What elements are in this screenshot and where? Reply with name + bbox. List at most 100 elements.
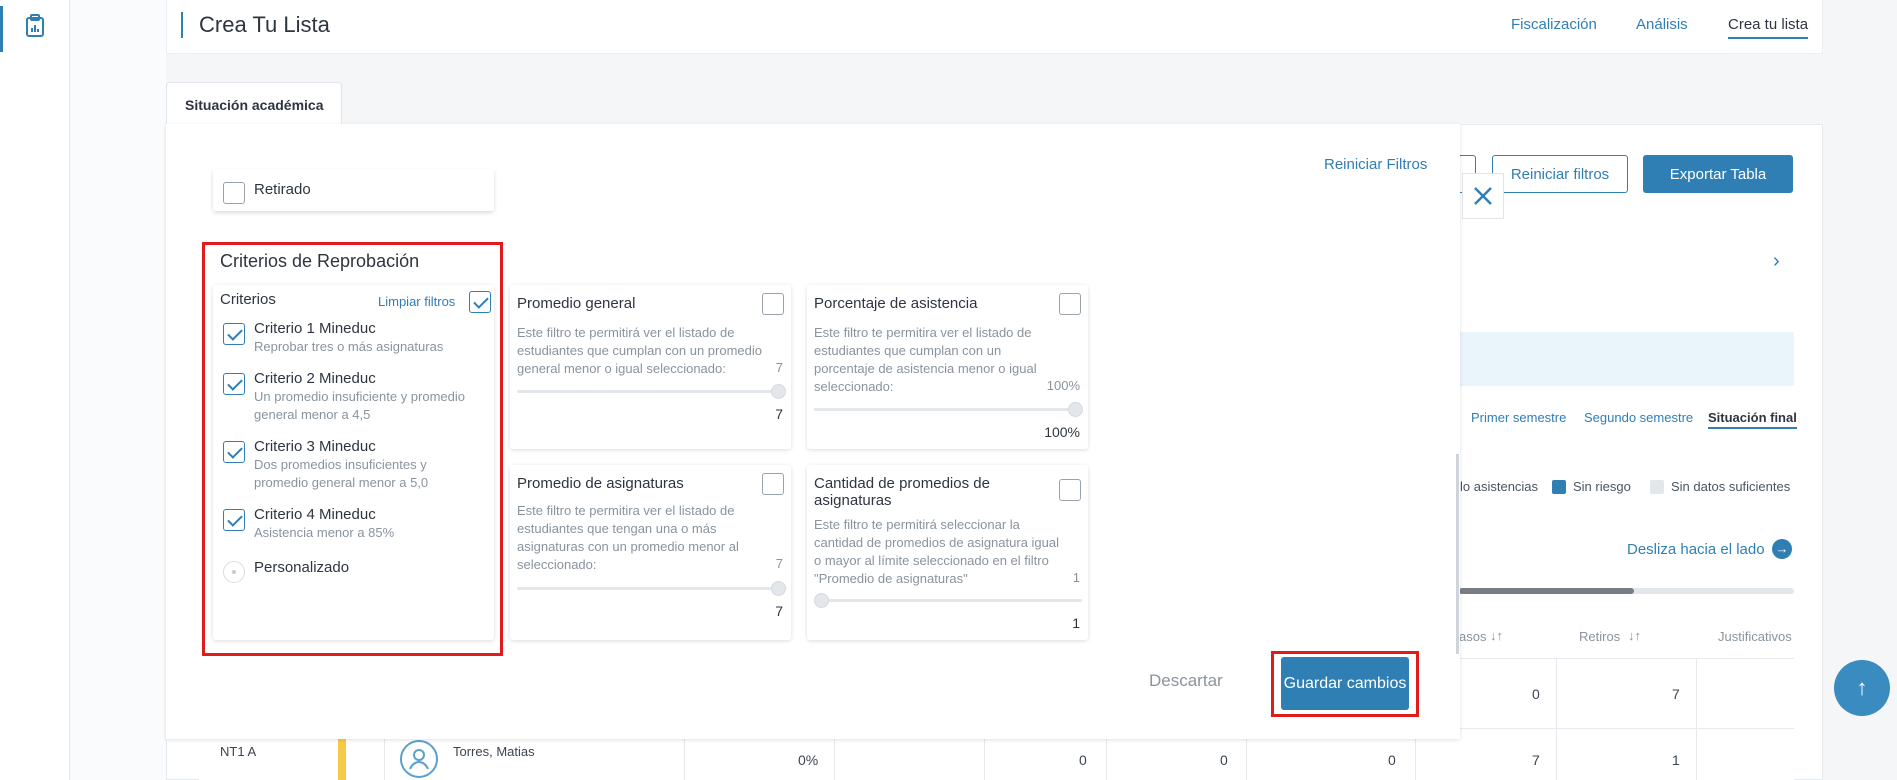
filter-title: Promedio de asignaturas xyxy=(517,475,684,492)
filter-desc: Este filtro te permitirá seleccionar la xyxy=(814,517,1020,532)
highlight-box-save xyxy=(1271,651,1419,717)
table-cell: 0% xyxy=(798,752,819,768)
reset-filters-button[interactable]: Reiniciar filtros xyxy=(1492,155,1628,193)
slider-value: 100% xyxy=(1044,424,1080,440)
clipboard-chart-icon[interactable] xyxy=(24,14,46,38)
table-cell: 0 xyxy=(1079,752,1087,768)
filters-modal: Reiniciar Filtros Retirado Criterios de … xyxy=(166,124,1460,739)
close-icon xyxy=(1474,187,1492,205)
filter-title: asignaturas xyxy=(814,492,892,509)
table-cell: 7 xyxy=(1672,686,1680,702)
title-accent xyxy=(181,12,183,38)
discard-button[interactable]: Descartar xyxy=(1149,671,1223,691)
filter-desc: estudiantes que tengan una o más xyxy=(517,521,717,536)
slider-max: 100% xyxy=(1046,378,1080,393)
slider-value: 7 xyxy=(775,406,783,422)
column-header-retiros[interactable]: Retiros xyxy=(1579,629,1620,644)
promedio-asignaturas-slider[interactable] xyxy=(517,581,786,596)
slider-handle[interactable] xyxy=(1068,402,1083,417)
column-header-atrasos[interactable]: asos xyxy=(1459,629,1486,644)
slider-value: 7 xyxy=(775,603,783,619)
filter-desc: o mayor al límite seleccionado en el fil… xyxy=(814,553,1049,568)
filter-desc: cantidad de promedios de asignatura igua… xyxy=(814,535,1060,550)
cantidad-promedios-slider[interactable] xyxy=(814,593,1082,608)
retirado-option-card: Retirado xyxy=(213,169,494,211)
horizontal-scrollbar[interactable] xyxy=(1459,588,1794,594)
filter-desc: Este filtro te permitira ver el listado … xyxy=(517,503,735,518)
filter-card-promedio-asignaturas: Promedio de asignaturas Este filtro te p… xyxy=(510,465,791,640)
chevron-right-icon[interactable]: › xyxy=(1773,250,1780,273)
page-gutter xyxy=(71,0,166,780)
filter-desc: estudiantes que cumplan con un xyxy=(814,343,1002,358)
cantidad-promedios-checkbox[interactable] xyxy=(1059,479,1081,501)
highlight-box-criteria xyxy=(202,242,503,656)
filter-desc: estudiantes que cumplan con un promedio xyxy=(517,343,762,358)
legend-swatch-gray xyxy=(1650,480,1664,494)
avatar[interactable] xyxy=(400,740,438,778)
retirado-checkbox[interactable] xyxy=(223,182,245,204)
close-modal-button[interactable] xyxy=(1462,173,1504,219)
filter-title: Porcentaje de asistencia xyxy=(814,295,978,312)
tab-segundo-semestre[interactable]: Segundo semestre xyxy=(1584,410,1693,425)
tab-situacion-final[interactable]: Situación final xyxy=(1708,410,1797,429)
sort-icon[interactable]: ↓↑ xyxy=(1490,628,1503,643)
table-cell-course: NT1 A xyxy=(220,744,257,759)
left-sidebar xyxy=(0,0,70,780)
nav-fiscalizacion[interactable]: Fiscalización xyxy=(1511,16,1597,33)
filter-title: Promedio general xyxy=(517,295,636,312)
legend-asistencias: lo asistencias xyxy=(1460,479,1539,494)
slider-max: 1 xyxy=(1072,570,1080,585)
scroll-to-top-button[interactable]: ↑ xyxy=(1834,660,1890,716)
table-cell: 7 xyxy=(1532,752,1540,768)
nav-crea-tu-lista[interactable]: Crea tu lista xyxy=(1728,16,1809,39)
asistencia-slider[interactable] xyxy=(814,402,1083,417)
info-band xyxy=(1456,332,1794,386)
retirado-label: Retirado xyxy=(254,181,311,198)
page-header: Crea Tu Lista Fiscalización Análisis Cre… xyxy=(166,0,1823,54)
promedio-general-checkbox[interactable] xyxy=(762,293,784,315)
filter-card-promedio-general: Promedio general Este filtro te permitir… xyxy=(510,285,791,449)
filter-card-cantidad-promedios: Cantidad de promedios de asignaturas Est… xyxy=(807,465,1088,640)
legend-swatch-blue xyxy=(1552,480,1566,494)
table-cell: 0 xyxy=(1532,686,1540,702)
filter-title: Cantidad de promedios de xyxy=(814,475,990,492)
table-cell: 0 xyxy=(1220,752,1228,768)
promedio-general-slider[interactable] xyxy=(517,384,786,399)
filter-desc: Este filtro te permitirá ver el listado … xyxy=(517,325,735,340)
promedio-asignaturas-checkbox[interactable] xyxy=(762,473,784,495)
column-divider xyxy=(1696,658,1697,780)
page-title: Crea Tu Lista xyxy=(199,12,330,37)
active-indicator xyxy=(0,6,3,52)
filter-desc: seleccionado: xyxy=(517,557,597,572)
table-cell-student[interactable]: Torres, Matias xyxy=(453,744,535,759)
tab-situacion-academica[interactable]: Situación académica xyxy=(166,82,342,124)
export-table-button[interactable]: Exportar Tabla xyxy=(1643,155,1793,193)
slider-max: 7 xyxy=(775,360,783,375)
filter-desc: seleccionado: xyxy=(814,379,894,394)
slider-handle[interactable] xyxy=(771,581,786,596)
filter-card-asistencia: Porcentaje de asistencia Este filtro te … xyxy=(807,285,1088,449)
filter-desc: "Promedio de asignaturas" xyxy=(814,571,968,586)
arrow-right-circle-icon[interactable]: → xyxy=(1772,539,1792,559)
filter-desc: general menor o igual seleccionado: xyxy=(517,361,726,376)
slider-value: 1 xyxy=(1072,615,1080,631)
nav-analisis[interactable]: Análisis xyxy=(1636,16,1688,33)
column-header-justificativos[interactable]: Justificativos xyxy=(1718,629,1792,644)
column-divider xyxy=(1556,658,1557,780)
slide-hint: Desliza hacia el lado xyxy=(1627,541,1765,558)
tab-primer-semestre[interactable]: Primer semestre xyxy=(1471,410,1566,425)
sort-icon[interactable]: ↓↑ xyxy=(1628,628,1641,643)
slider-handle[interactable] xyxy=(814,593,829,608)
asistencia-checkbox[interactable] xyxy=(1059,293,1081,315)
slider-max: 7 xyxy=(775,556,783,571)
filter-desc: asignaturas con un promedio menor al xyxy=(517,539,739,554)
filter-desc: porcentaje de asistencia menor o igual xyxy=(814,361,1037,376)
reset-filters-link[interactable]: Reiniciar Filtros xyxy=(1324,156,1427,173)
slider-handle[interactable] xyxy=(771,384,786,399)
modal-scrollbar[interactable] xyxy=(1456,454,1459,654)
table-cell: 0 xyxy=(1388,752,1396,768)
legend-sin-riesgo: Sin riesgo xyxy=(1573,479,1631,494)
table-cell: 1 xyxy=(1672,752,1680,768)
filter-desc: Este filtro te permitira ver el listado … xyxy=(814,325,1032,340)
scrollbar-thumb[interactable] xyxy=(1459,588,1634,594)
